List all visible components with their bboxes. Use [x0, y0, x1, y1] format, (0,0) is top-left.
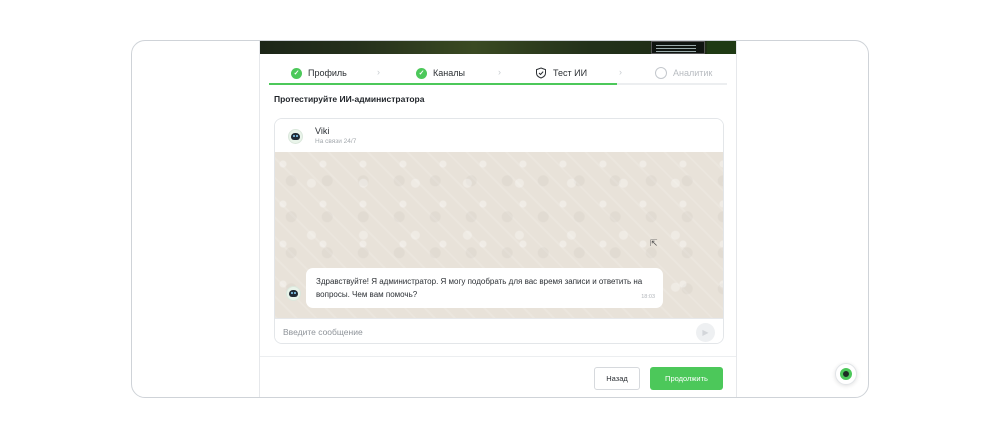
video-thumbnail [651, 41, 705, 54]
step-separator: › [619, 67, 622, 77]
send-button[interactable]: ▶ [696, 323, 715, 342]
step-profile[interactable]: ✓ Профиль [291, 63, 347, 83]
step-label: Профиль [308, 68, 347, 78]
continue-button[interactable]: Продолжить [650, 367, 723, 390]
search-icon [655, 67, 667, 79]
message-composer: ▶ [275, 318, 723, 343]
step-label: Аналитик [673, 68, 713, 78]
back-button[interactable]: Назад [594, 367, 640, 390]
step-separator: › [377, 67, 380, 77]
chat-widget: Viki На связи 24/7 ⇱ Здравствуйте! Я адм… [274, 118, 724, 344]
send-icon: ▶ [702, 328, 709, 337]
step-channels[interactable]: ✓ Каналы [416, 63, 465, 83]
footer-divider [260, 356, 736, 357]
step-separator: › [498, 67, 501, 77]
message-avatar [286, 286, 301, 301]
check-circle-icon: ✓ [291, 67, 302, 79]
onboarding-frame: ✓ Профиль › ✓ Каналы › Тест ИИ › Аналити… [131, 40, 869, 398]
check-circle-icon: ✓ [416, 67, 427, 79]
shield-check-icon [535, 67, 547, 79]
section-title: Протестируйте ИИ-администратора [274, 94, 425, 104]
bot-avatar [288, 129, 303, 144]
bot-name: Viki [315, 126, 330, 136]
hero-video-strip [260, 41, 736, 54]
step-label: Тест ИИ [553, 68, 588, 78]
robot-icon [291, 133, 300, 140]
chat-messages: ⇱ Здравствуйте! Я администратор. Я могу … [275, 152, 723, 318]
bot-status: На связи 24/7 [315, 138, 357, 145]
chat-header: Viki На связи 24/7 [275, 119, 723, 152]
assistant-launcher-button[interactable] [835, 363, 857, 385]
message-text: Здравствуйте! Я администратор. Я могу по… [316, 277, 643, 299]
assistant-logo-icon [840, 368, 852, 380]
stepper: ✓ Профиль › ✓ Каналы › Тест ИИ › Аналити… [269, 63, 727, 87]
step-label: Каналы [433, 68, 465, 78]
mouse-cursor-icon: ⇱ [650, 238, 658, 248]
step-analytics[interactable]: Аналитик [655, 63, 712, 83]
step-ai-test[interactable]: Тест ИИ [535, 63, 587, 83]
message-time: 18:03 [641, 294, 655, 300]
robot-icon [289, 290, 298, 297]
message-input[interactable] [283, 325, 683, 339]
message-bubble: Здравствуйте! Я администратор. Я могу по… [306, 268, 663, 308]
progress-fill [269, 83, 618, 85]
setup-card: ✓ Профиль › ✓ Каналы › Тест ИИ › Аналити… [259, 41, 737, 397]
